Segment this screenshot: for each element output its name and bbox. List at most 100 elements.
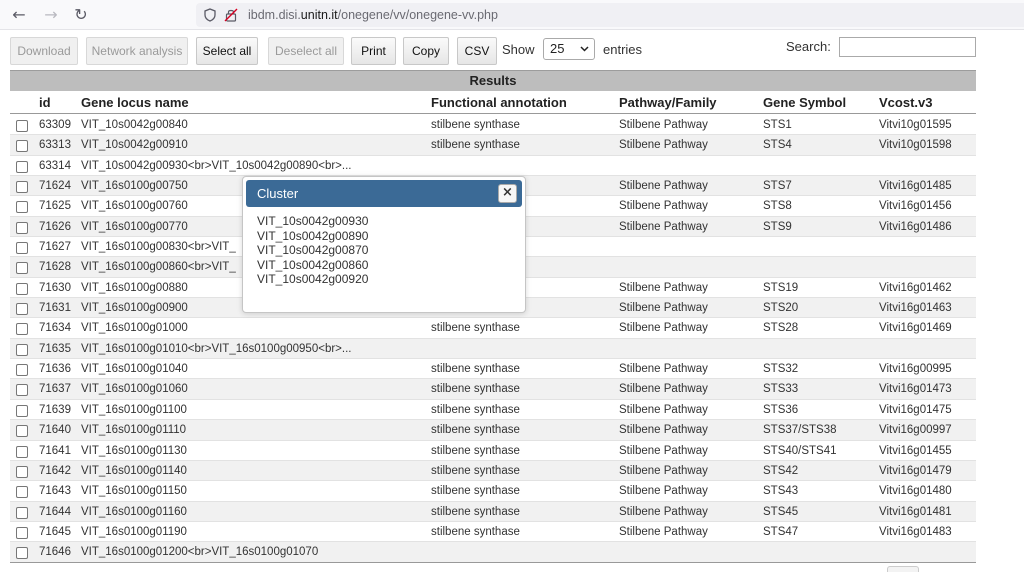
address-bar[interactable]: ibdm.disi.unitn.it/onegene/vv/onegene-vv… — [196, 3, 1024, 27]
cell-locus: VIT_16s0100g00760 — [81, 200, 188, 213]
reload-icon[interactable]: ↻ — [70, 4, 92, 26]
table-row[interactable]: 71643 VIT_16s0100g01150 stilbene synthase S… — [10, 481, 976, 502]
cell-vcost: Vitvi16g01462 — [879, 281, 952, 294]
table-row[interactable]: 71642 VIT_16s0100g01140 stilbene synthase S… — [10, 460, 976, 482]
column-header-annotation[interactable]: Functional annotation — [431, 95, 567, 110]
cell-annotation: stilbene synthase — [431, 485, 520, 498]
row-checkbox[interactable] — [16, 160, 28, 173]
cell-annotation: stilbene synthase — [431, 383, 520, 396]
cell-locus: VIT_16s0100g00880 — [81, 281, 188, 294]
row-checkbox[interactable] — [16, 120, 28, 132]
print-button[interactable]: Print — [351, 37, 396, 65]
column-header-symbol[interactable]: Gene Symbol — [763, 95, 846, 110]
dialog-body: VIT_10s0042g00930 VIT_10s0042g00890 VIT_… — [257, 214, 368, 287]
select-all-button[interactable]: Select all — [196, 37, 258, 65]
row-checkbox[interactable] — [16, 181, 28, 194]
table-row[interactable]: 71640 VIT_16s0100g01110 stilbene synthase S… — [10, 420, 976, 441]
table-row[interactable]: 71641 VIT_16s0100g01130 stilbene synthase S… — [10, 441, 976, 461]
cell-vcost: Vitvi16g01455 — [879, 444, 952, 457]
back-arrow-icon[interactable]: ← — [8, 4, 30, 26]
cell-vcost: Vitvi16g01485 — [879, 180, 952, 193]
row-checkbox[interactable] — [16, 506, 28, 519]
row-checkbox[interactable] — [16, 201, 28, 214]
row-checkbox[interactable] — [16, 404, 28, 417]
row-checkbox[interactable] — [16, 425, 28, 438]
row-checkbox[interactable] — [16, 445, 28, 458]
cell-annotation: stilbene synthase — [431, 505, 520, 518]
table-row[interactable]: 71635 VIT_16s0100g01010<br>VIT_16s0100g00… — [10, 338, 976, 360]
table-toolbar: Download Network analysis Select all Des… — [10, 37, 976, 65]
csv-button[interactable]: CSV — [457, 37, 497, 65]
row-checkbox[interactable] — [16, 221, 28, 234]
column-header-locus[interactable]: Gene locus name — [81, 95, 189, 110]
close-icon[interactable]: × — [498, 184, 517, 203]
cell-pathway: Stilbene Pathway — [619, 119, 708, 131]
copy-button[interactable]: Copy — [403, 37, 449, 65]
row-checkbox[interactable] — [16, 526, 28, 539]
row-checkbox[interactable] — [16, 486, 28, 499]
dialog-titlebar[interactable]: Cluster × — [246, 180, 522, 207]
row-checkbox[interactable] — [16, 343, 28, 356]
cell-vcost: Vitvi10g01595 — [879, 119, 952, 131]
results-title: Results — [10, 70, 976, 91]
row-checkbox[interactable] — [16, 547, 28, 560]
cell-id: 63313 — [39, 139, 71, 152]
column-header-pathway[interactable]: Pathway/Family — [619, 95, 717, 110]
cell-annotation: stilbene synthase — [431, 424, 520, 437]
table-row[interactable]: 71637 VIT_16s0100g01060 stilbene synthase S… — [10, 379, 976, 400]
row-checkbox[interactable] — [16, 465, 28, 478]
table-row[interactable]: 71646 VIT_16s0100g01200<br>VIT_16s0100g01… — [10, 542, 976, 563]
browser-toolbar: ← → ↻ ibdm.disi.unitn.it/onegene/vv/oneg… — [0, 0, 1024, 30]
network-analysis-button[interactable]: Network analysis — [86, 37, 188, 65]
row-checkbox[interactable] — [16, 364, 28, 377]
row-checkbox[interactable] — [16, 303, 28, 316]
column-header-id[interactable]: id — [39, 95, 51, 110]
chevron-down-icon — [580, 46, 589, 52]
insecure-lock-icon[interactable] — [224, 8, 238, 22]
table-row[interactable]: 63309 VIT_10s0042g00840 stilbene synthase S… — [10, 115, 976, 136]
table-row[interactable]: 71639 VIT_16s0100g01100 stilbene synthase S… — [10, 400, 976, 421]
pagination-button[interactable] — [887, 566, 919, 572]
row-checkbox[interactable] — [16, 323, 28, 336]
cell-symbol: STS8 — [763, 200, 792, 213]
cell-annotation: stilbene synthase — [431, 464, 520, 477]
cell-locus: VIT_16s0100g01010<br>VIT_16s0100g00950<b… — [81, 342, 352, 355]
cell-symbol: STS37/STS38 — [763, 424, 837, 437]
search-input[interactable] — [839, 37, 976, 57]
cell-pathway: Stilbene Pathway — [619, 383, 708, 396]
table-row[interactable]: 71645 VIT_16s0100g01190 stilbene synthase S… — [10, 522, 976, 543]
table-row[interactable]: 71644 VIT_16s0100g01160 stilbene synthase S… — [10, 501, 976, 522]
cell-pathway: Stilbene Pathway — [619, 220, 708, 233]
deselect-all-button[interactable]: Deselect all — [268, 37, 344, 65]
forward-arrow-icon[interactable]: → — [40, 4, 62, 26]
table-bottom-border — [10, 562, 976, 563]
cell-id: 71641 — [39, 444, 71, 457]
row-checkbox[interactable] — [16, 262, 28, 275]
cell-pathway: Stilbene Pathway — [619, 505, 708, 518]
table-row[interactable]: 71634 VIT_16s0100g01000 stilbene synthase S… — [10, 318, 976, 339]
column-header-vcost[interactable]: Vcost.v3 — [879, 95, 932, 110]
cell-id: 71640 — [39, 424, 71, 437]
download-button[interactable]: Download — [10, 37, 78, 65]
cell-id: 71644 — [39, 505, 71, 518]
cluster-dialog: Cluster × VIT_10s0042g00930 VIT_10s0042g… — [242, 176, 526, 313]
cell-annotation: stilbene synthase — [431, 363, 520, 376]
shield-icon[interactable] — [204, 8, 216, 22]
dialog-title: Cluster — [257, 186, 299, 201]
row-checkbox[interactable] — [16, 282, 28, 295]
row-checkbox[interactable] — [16, 384, 28, 397]
cell-locus: VIT_16s0100g00750 — [81, 180, 188, 193]
cluster-gene-line: VIT_10s0042g00890 — [257, 228, 369, 243]
cell-pathway: Stilbene Pathway — [619, 525, 708, 538]
cell-vcost: Vitvi16g01463 — [879, 302, 952, 315]
table-row[interactable]: 71636 VIT_16s0100g01040 stilbene synthase S… — [10, 359, 976, 380]
row-checkbox[interactable] — [16, 140, 28, 153]
show-label: Show — [502, 42, 535, 57]
row-checkbox[interactable] — [16, 242, 28, 255]
entries-select[interactable]: 25 — [543, 38, 595, 60]
cell-symbol: STS7 — [763, 180, 792, 193]
cell-locus: VIT_16s0100g01040 — [81, 363, 188, 376]
table-row[interactable]: 63313 VIT_10s0042g00910 stilbene synthase S… — [10, 135, 976, 156]
table-row[interactable]: 63314 VIT_10s0042g00930<br>VIT_10s0042g00… — [10, 156, 976, 177]
cell-id: 71637 — [39, 383, 71, 396]
